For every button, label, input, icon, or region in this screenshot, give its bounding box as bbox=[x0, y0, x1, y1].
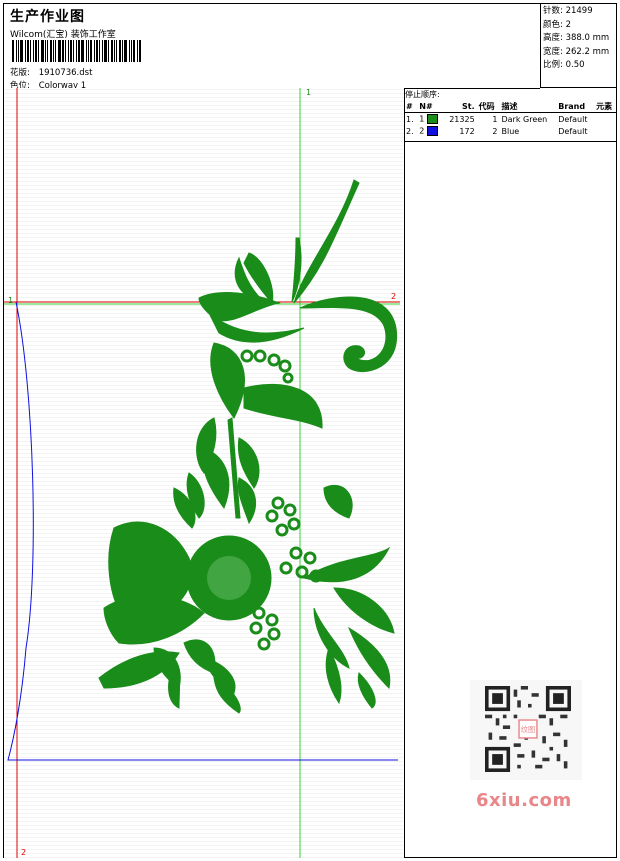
col-code: 代码 bbox=[476, 100, 500, 113]
left-guide-label: 1 bbox=[8, 296, 14, 305]
barcode-bar bbox=[18, 40, 19, 62]
barcode-bar bbox=[35, 40, 37, 62]
barcode-bar bbox=[53, 40, 54, 62]
stat-stitches: 针数: 21499 bbox=[543, 6, 593, 16]
color-swatch bbox=[426, 114, 438, 124]
stat-scale: 比例: 0.50 bbox=[543, 60, 585, 70]
barcode-bar bbox=[119, 40, 121, 62]
barcode-bar bbox=[45, 40, 46, 62]
floral-motif bbox=[98, 179, 398, 714]
table-row: 2. 2 172 2 Blue Default bbox=[406, 126, 588, 136]
barcode-bar bbox=[58, 40, 61, 62]
design-canvas: 1 1 2 2 bbox=[4, 88, 405, 858]
divider bbox=[404, 141, 617, 142]
col-stitches: St. bbox=[443, 100, 477, 113]
barcode-bar bbox=[47, 40, 48, 62]
page-title: 生产作业图 bbox=[10, 9, 85, 25]
barcode-bar bbox=[88, 40, 89, 62]
barcode-bar bbox=[33, 40, 34, 62]
barcode-bar bbox=[90, 40, 92, 62]
barcode-bar bbox=[70, 40, 72, 62]
barcode-bar bbox=[111, 40, 113, 62]
color-swatch bbox=[426, 126, 438, 136]
barcode-bar bbox=[122, 40, 123, 62]
stat-width: 宽度: 262.2 mm bbox=[543, 46, 610, 57]
col-index: # bbox=[404, 100, 418, 113]
barcode-bar bbox=[50, 40, 52, 62]
green-guide-label: 1 bbox=[306, 88, 312, 97]
design-value: 1910736.dst bbox=[38, 68, 93, 78]
barcode-bar bbox=[78, 40, 80, 62]
barcode-bar bbox=[12, 40, 14, 62]
col-element: 元素 bbox=[594, 100, 617, 113]
studio-name: Wilcom(汇宝) 装饰工作室 bbox=[10, 30, 116, 40]
barcode-bar bbox=[16, 40, 17, 62]
barcode-bar bbox=[27, 40, 29, 62]
barcode-bar bbox=[129, 40, 130, 62]
barcode-bar bbox=[96, 40, 98, 62]
design-row: 花版: 1910736.dst bbox=[10, 66, 92, 78]
leaf bbox=[293, 179, 360, 304]
swirl bbox=[299, 296, 398, 373]
barcode-bar bbox=[30, 40, 31, 62]
header: 生产作业图 Wilcom(汇宝) 装饰工作室 花版: 1910736.dst 色… bbox=[4, 4, 540, 91]
barcode-bar bbox=[94, 40, 95, 62]
barcode-bar bbox=[38, 40, 39, 62]
watermark-text: 6xiu.com bbox=[476, 790, 572, 811]
embroidery-preview bbox=[4, 88, 400, 858]
stop-sequence-table: # N# St. 代码 描述 Brand 元素 1. 1 21325 1 Dar… bbox=[404, 100, 617, 137]
design-label: 花版: bbox=[10, 68, 30, 78]
barcode bbox=[12, 40, 144, 62]
barcode-bar bbox=[86, 40, 87, 62]
barcode-bar bbox=[25, 40, 26, 62]
barcode-bar bbox=[124, 40, 127, 62]
barcode-bar bbox=[65, 40, 66, 62]
col-brand: Brand bbox=[556, 100, 595, 113]
stat-colors: 颜色: 2 bbox=[543, 19, 571, 30]
bottom-guide-label: 2 bbox=[21, 848, 27, 857]
barcode-bar bbox=[99, 40, 100, 62]
barcode-bar bbox=[81, 40, 84, 62]
stats-panel: 针数: 21499 颜色: 2 高度: 388.0 mm 宽度: 262.2 m… bbox=[540, 4, 617, 88]
barcode-bar bbox=[116, 40, 117, 62]
col-n: N# bbox=[417, 100, 444, 113]
table-row: 1. 1 21325 1 Dark Green Default bbox=[406, 114, 588, 124]
stop-sequence-title: 停止顺序: bbox=[405, 90, 440, 99]
col-desc: 描述 bbox=[499, 100, 557, 113]
barcode-bar bbox=[114, 40, 115, 62]
right-guide-label: 2 bbox=[391, 292, 397, 301]
barcode-bar bbox=[108, 40, 109, 62]
barcode-bar bbox=[68, 40, 69, 62]
barcode-bar bbox=[55, 40, 56, 62]
barcode-bar bbox=[41, 40, 44, 62]
barcode-bar bbox=[139, 40, 141, 62]
qr-stamp: 纹图 bbox=[521, 725, 535, 734]
qr-code: 纹图 bbox=[470, 680, 582, 780]
barcode-bar bbox=[133, 40, 135, 62]
qr-code-icon: 纹图 bbox=[485, 686, 571, 772]
barcode-bar bbox=[62, 40, 64, 62]
barcode-bar bbox=[137, 40, 138, 62]
barcode-bar bbox=[20, 40, 23, 62]
barcode-bar bbox=[76, 40, 77, 62]
barcode-bar bbox=[73, 40, 74, 62]
stat-height: 高度: 388.0 mm bbox=[543, 33, 610, 43]
barcode-bar bbox=[104, 40, 107, 62]
barcode-bar bbox=[131, 40, 132, 62]
barcode-bar bbox=[102, 40, 103, 62]
